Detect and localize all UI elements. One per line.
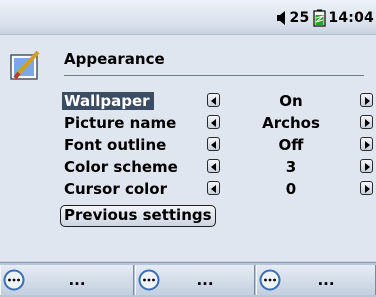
arrow-left-icon[interactable] [207, 159, 220, 173]
status-indicators: 25 14:04 [276, 8, 376, 28]
softkey-label: ... [68, 271, 86, 289]
status-bar: 25 14:04 [0, 0, 376, 35]
section-title: Appearance [64, 50, 165, 68]
title-divider [64, 75, 364, 76]
setting-label: Picture name [64, 114, 177, 132]
setting-value: On [279, 92, 303, 110]
setting-row-picture-name[interactable]: Picture name Archos [64, 113, 376, 133]
volume-level: 25 [289, 10, 310, 26]
battery-icon [313, 9, 327, 27]
setting-row-color-scheme[interactable]: Color scheme 3 [64, 157, 376, 177]
setting-value: 3 [285, 158, 297, 176]
arrow-right-icon[interactable] [360, 181, 373, 195]
arrow-right-icon[interactable] [360, 159, 373, 173]
softkey-bar: ... ... ... [0, 262, 376, 297]
speaker-icon [276, 10, 288, 26]
setting-row-wallpaper[interactable]: Wallpaper On [62, 91, 376, 111]
settings-panel: Appearance Wallpaper On Picture name Arc… [0, 35, 376, 261]
arrow-right-icon[interactable] [360, 115, 373, 129]
setting-value: 0 [285, 180, 297, 198]
arrow-right-icon[interactable] [360, 93, 373, 107]
arrow-right-icon[interactable] [360, 137, 373, 151]
arrow-left-icon[interactable] [207, 137, 220, 151]
clock: 14:04 [328, 10, 374, 26]
softkey-3[interactable]: ... [256, 265, 376, 295]
setting-label: Font outline [64, 136, 167, 154]
softkey-1[interactable]: ... [0, 265, 134, 295]
setting-row-cursor-color[interactable]: Cursor color 0 [64, 179, 376, 199]
setting-value: Off [278, 136, 304, 154]
arrow-left-icon[interactable] [207, 115, 220, 129]
setting-label: Color scheme [64, 158, 178, 176]
setting-label: Wallpaper [62, 92, 154, 110]
setting-value: Archos [262, 114, 320, 132]
setting-row-font-outline[interactable]: Font outline Off [64, 135, 376, 155]
softkey-label: ... [196, 271, 214, 289]
previous-settings-button[interactable]: Previous settings [60, 205, 216, 227]
arrow-left-icon[interactable] [207, 93, 220, 107]
setting-label: Cursor color [64, 180, 167, 198]
softkey-2[interactable]: ... [135, 265, 255, 295]
appearance-brush-icon [8, 49, 42, 83]
arrow-left-icon[interactable] [207, 181, 220, 195]
softkey-label: ... [317, 271, 335, 289]
